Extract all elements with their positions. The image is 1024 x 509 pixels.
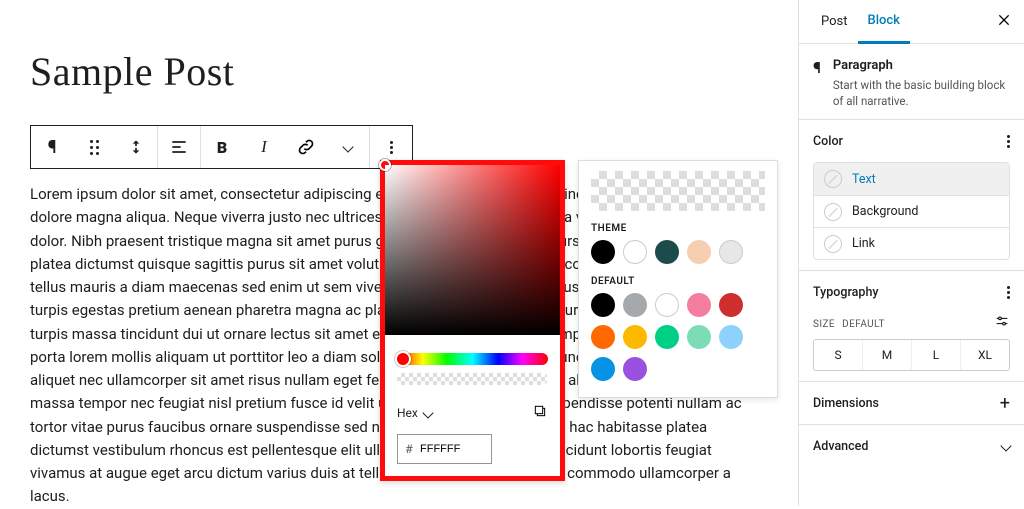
color-panel-title: Color [813, 134, 843, 149]
no-color-icon [824, 235, 842, 253]
color-row-link[interactable]: Link [814, 227, 1009, 259]
default-swatch[interactable] [655, 325, 679, 349]
color-row-text-label: Text [852, 172, 876, 187]
color-picker-popover: Hex # [380, 160, 565, 481]
color-row-link-label: Link [852, 236, 875, 251]
saturation-value-field[interactable] [385, 165, 560, 335]
plus-icon: + [1000, 393, 1010, 414]
block-description: Start with the basic building block of a… [833, 77, 1010, 109]
tab-post[interactable]: Post [811, 0, 858, 44]
hue-handle[interactable] [395, 351, 411, 367]
default-swatch[interactable] [687, 293, 711, 317]
hex-input-wrap: # [397, 434, 492, 464]
no-color-icon [824, 170, 842, 188]
font-size-label: SIZE [813, 319, 835, 330]
italic-button[interactable]: I [243, 126, 285, 168]
dimensions-panel-title: Dimensions [813, 396, 879, 411]
font-size-option[interactable]: L [911, 340, 960, 370]
hex-prefix: # [398, 442, 420, 456]
current-color-preview[interactable] [591, 171, 765, 211]
default-swatch[interactable] [591, 293, 615, 317]
bold-button[interactable]: B [201, 126, 243, 168]
theme-swatch[interactable] [687, 240, 711, 264]
theme-colors-heading: THEME [591, 223, 765, 234]
theme-swatch[interactable] [591, 240, 615, 264]
color-row-background-label: Background [852, 204, 918, 219]
chevron-down-icon [424, 406, 432, 420]
default-swatch[interactable] [591, 325, 615, 349]
default-swatch[interactable] [655, 293, 679, 317]
default-swatch[interactable] [719, 325, 743, 349]
theme-swatch[interactable] [655, 240, 679, 264]
custom-size-button[interactable] [994, 313, 1010, 333]
color-row-background[interactable]: Background [814, 195, 1009, 227]
paragraph-icon: ¶ [813, 58, 821, 109]
default-swatch[interactable] [623, 293, 647, 317]
color-swatch-popover: THEME DEFAULT [578, 160, 778, 398]
default-colors-heading: DEFAULT [591, 276, 765, 287]
color-format-label: Hex [397, 406, 418, 420]
font-size-option[interactable]: S [814, 340, 862, 370]
advanced-panel-title: Advanced [813, 439, 868, 454]
block-toolbar: ¶ B I [30, 125, 413, 169]
color-row-text[interactable]: Text [814, 163, 1009, 195]
settings-sidebar: Post Block ¶ Paragraph Start with the ba… [798, 0, 1024, 506]
post-title[interactable]: Sample Post [30, 48, 768, 95]
copy-color-button[interactable] [532, 403, 548, 422]
alpha-slider[interactable] [397, 373, 548, 385]
theme-swatch[interactable] [623, 240, 647, 264]
tab-block[interactable]: Block [858, 0, 910, 44]
default-swatch[interactable] [591, 357, 615, 381]
default-swatch[interactable] [719, 293, 743, 317]
more-rich-text[interactable] [327, 126, 369, 168]
default-swatch[interactable] [687, 325, 711, 349]
paragraph-block-icon[interactable]: ¶ [31, 126, 73, 168]
block-name: Paragraph [833, 58, 1010, 73]
font-size-option[interactable]: M [862, 340, 911, 370]
color-format-select[interactable]: Hex [397, 406, 432, 420]
color-panel: Color Text Background Link [799, 119, 1024, 270]
typography-panel-menu[interactable] [1007, 286, 1010, 299]
chevron-down-icon [1002, 439, 1010, 454]
block-header: ¶ Paragraph Start with the basic buildin… [799, 44, 1024, 119]
drag-handle[interactable] [73, 126, 115, 168]
no-color-icon [824, 203, 842, 221]
font-size-default: DEFAULT [842, 319, 885, 330]
font-size-option[interactable]: XL [960, 340, 1009, 370]
dimensions-panel[interactable]: Dimensions + [799, 381, 1024, 424]
typography-panel-title: Typography [813, 285, 879, 300]
close-sidebar-button[interactable] [996, 12, 1012, 32]
move-arrows[interactable] [115, 126, 157, 168]
align-button[interactable] [158, 126, 200, 168]
hue-slider[interactable] [397, 353, 548, 365]
default-swatch[interactable] [623, 357, 647, 381]
saturation-handle[interactable] [379, 159, 391, 171]
advanced-panel[interactable]: Advanced [799, 424, 1024, 467]
hex-input[interactable] [420, 443, 480, 455]
link-button[interactable] [285, 126, 327, 168]
typography-panel: Typography SIZE DEFAULT SMLXL [799, 270, 1024, 381]
color-panel-menu[interactable] [1007, 135, 1010, 148]
theme-swatch[interactable] [719, 240, 743, 264]
default-swatch[interactable] [623, 325, 647, 349]
sidebar-tabs: Post Block [799, 0, 1024, 44]
